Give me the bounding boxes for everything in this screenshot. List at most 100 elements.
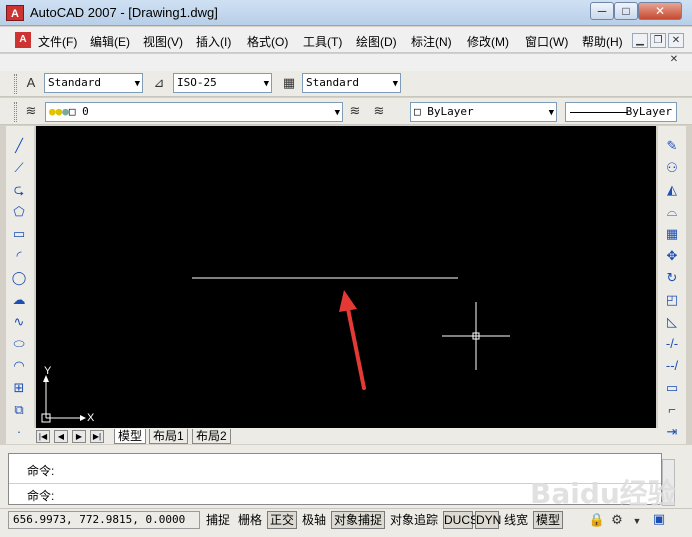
copy-icon[interactable]: ⚇ (663, 159, 681, 177)
menu-view[interactable]: 视图(V) (143, 33, 183, 50)
snap-toggle[interactable]: 捕捉 (203, 511, 233, 529)
layer-manager-icon[interactable]: ≋ (22, 102, 40, 120)
layer-select[interactable]: ●●●□ 0 ▼ (45, 102, 343, 122)
linetype-select[interactable]: ByLayer (565, 102, 677, 122)
trim-icon[interactable]: -/- (663, 335, 681, 353)
chevron-down-icon: ▼ (548, 108, 554, 118)
ucs-x-label: X (87, 412, 95, 424)
insert-block-icon[interactable]: ⊞ (10, 379, 28, 397)
move-icon[interactable]: ✥ (663, 247, 681, 265)
break-icon[interactable]: ▭ (663, 379, 681, 397)
doc-restore-button[interactable]: ❐ (650, 33, 666, 48)
chevron-down-icon: ▼ (134, 79, 140, 89)
point-icon[interactable]: · (10, 423, 28, 441)
menu-row-spacer (0, 54, 692, 71)
arc-icon[interactable]: ◜ (10, 247, 28, 265)
color-value: ByLayer (427, 105, 474, 118)
revision-cloud-icon[interactable]: ☁ (10, 291, 28, 309)
menu-insert[interactable]: 插入(I) (196, 33, 231, 50)
toolbar-grip[interactable] (14, 74, 17, 94)
dyn-toggle[interactable]: DYN (475, 511, 501, 529)
red-arrow-shaft (345, 302, 366, 390)
ellipse-arc-icon[interactable]: ◠ (10, 357, 28, 375)
document-icon[interactable]: A (15, 32, 31, 48)
otrack-toggle[interactable]: 对象追踪 (387, 511, 441, 529)
line-icon[interactable]: ╱ (10, 137, 28, 155)
polyline-icon[interactable]: ⮎ (10, 181, 28, 199)
lineweight-toggle[interactable]: 线宽 (501, 511, 531, 529)
status-menu-chevron-icon[interactable]: ▼ (628, 512, 646, 530)
model-toggle[interactable]: 模型 (533, 511, 563, 529)
osnap-toggle[interactable]: 对象捕捉 (331, 511, 385, 529)
panel-close-button[interactable]: ✕ (666, 53, 682, 68)
offset-icon[interactable]: ⌓ (663, 203, 681, 221)
table-style-select[interactable]: Standard ▼ (302, 73, 401, 93)
ortho-toggle[interactable]: 正交 (267, 511, 297, 529)
chamfer-icon[interactable]: ⌐ (663, 401, 681, 419)
dim-style-icon[interactable]: ⊿ (150, 74, 168, 92)
text-style-value: Standard (48, 76, 101, 89)
menu-window[interactable]: 窗口(W) (525, 33, 568, 50)
drawing-canvas[interactable]: Y X (36, 126, 656, 428)
make-layer-current-icon[interactable]: ≋ (346, 102, 364, 120)
linetype-preview (570, 112, 628, 113)
ellipse-icon[interactable]: ⬭ (10, 335, 28, 353)
doc-minimize-button[interactable]: ▁ (632, 33, 648, 48)
next-tab-button[interactable]: ▶ (72, 430, 86, 443)
text-style-select[interactable]: Standard ▼ (44, 73, 143, 93)
rectangle-icon[interactable]: ▭ (10, 225, 28, 243)
window-title: AutoCAD 2007 - [Drawing1.dwg] (30, 5, 218, 20)
red-arrow-head (339, 290, 357, 312)
dim-style-select[interactable]: ISO-25 ▼ (173, 73, 272, 93)
menu-help[interactable]: 帮助(H) (582, 33, 623, 50)
rotate-icon[interactable]: ↻ (663, 269, 681, 287)
last-tab-button[interactable]: ▶| (90, 430, 104, 443)
maximize-button[interactable]: □ (614, 2, 638, 20)
communication-center-icon[interactable]: ⚙ (608, 511, 626, 529)
spline-icon[interactable]: ∿ (10, 313, 28, 331)
circle-icon[interactable]: ◯ (10, 269, 28, 287)
chevron-down-icon: ▼ (334, 108, 340, 118)
lock-icon[interactable]: 🔒 (588, 511, 606, 529)
polar-toggle[interactable]: 极轴 (299, 511, 329, 529)
mirror-icon[interactable]: ◭ (663, 181, 681, 199)
menu-format[interactable]: 格式(O) (247, 33, 288, 50)
tab-model[interactable]: 模型 (114, 429, 147, 444)
baidu-watermark: Baidu经验 (530, 477, 676, 510)
doc-close-button[interactable]: ✕ (668, 33, 684, 48)
command-prompt[interactable]: 命令: (27, 487, 54, 504)
grid-toggle[interactable]: 栅格 (235, 511, 265, 529)
menu-edit[interactable]: 编辑(E) (90, 33, 130, 50)
extend-icon[interactable]: --/ (663, 357, 681, 375)
tab-layout2[interactable]: 布局2 (192, 429, 231, 444)
text-style-icon[interactable]: A (22, 74, 40, 92)
menu-modify[interactable]: 修改(M) (467, 33, 509, 50)
ducs-toggle[interactable]: DUCS (443, 511, 478, 529)
polygon-icon[interactable]: ⬠ (10, 203, 28, 221)
close-button[interactable]: ✕ (638, 2, 682, 20)
table-style-icon[interactable]: ▦ (280, 74, 298, 92)
menu-draw[interactable]: 绘图(D) (356, 33, 397, 50)
scale-icon[interactable]: ◰ (663, 291, 681, 309)
construction-line-icon[interactable]: ⟋ (10, 159, 28, 177)
fillet-icon[interactable]: ⇥ (663, 423, 681, 441)
autocad-logo-icon[interactable]: A (6, 5, 24, 21)
menu-file[interactable]: 文件(F) (38, 33, 77, 50)
chevron-down-icon: ▼ (263, 79, 269, 89)
menu-tools[interactable]: 工具(T) (303, 33, 342, 50)
color-select[interactable]: □ ByLayer ▼ (410, 102, 557, 122)
make-block-icon[interactable]: ⧉ (10, 401, 28, 419)
first-tab-button[interactable]: |◀ (36, 430, 50, 443)
layer-previous-icon[interactable]: ≋ (370, 102, 388, 120)
stretch-icon[interactable]: ◺ (663, 313, 681, 331)
clean-screen-icon[interactable]: ▣ (650, 510, 668, 528)
menu-dimension[interactable]: 标注(N) (411, 33, 452, 50)
toolbar-grip[interactable] (14, 102, 17, 122)
minimize-button[interactable]: ─ (590, 2, 614, 20)
prev-tab-button[interactable]: ◀ (54, 430, 68, 443)
array-icon[interactable]: ▦ (663, 225, 681, 243)
erase-icon[interactable]: ✎ (663, 137, 681, 155)
color-swatch-icon: □ (414, 105, 421, 118)
coordinate-display[interactable]: 656.9973, 772.9815, 0.0000 (8, 511, 200, 529)
tab-layout1[interactable]: 布局1 (149, 429, 188, 444)
